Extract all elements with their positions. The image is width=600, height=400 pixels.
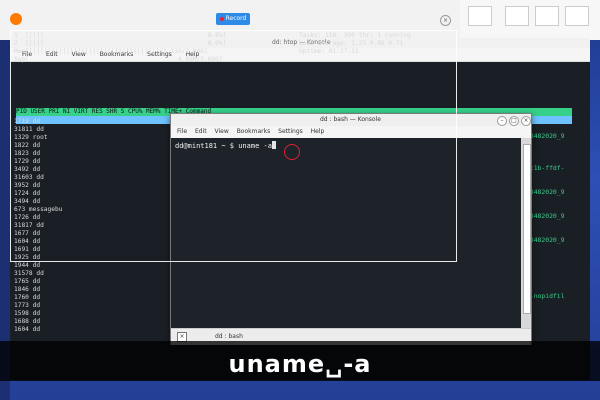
uptime: Uptime: 01:27:31 xyxy=(299,48,359,55)
process-row[interactable]: 1773 dd xyxy=(14,302,40,310)
swap-meter: Swp[ 4.09M/3.00G] xyxy=(14,56,223,63)
process-row[interactable]: 1724 dd xyxy=(14,190,40,198)
process-row[interactable]: 31811 dd xyxy=(14,126,44,134)
text-cursor xyxy=(271,141,276,149)
load-average: Load average: 1.23 0.86 0.71 xyxy=(299,40,404,47)
cpu-meter-2: 2 [|||| 8.0%] xyxy=(14,40,227,47)
process-row[interactable]: 31578 dd xyxy=(14,270,44,278)
process-row[interactable]: 1765 dd xyxy=(14,278,40,286)
bash-terminal-area[interactable] xyxy=(171,138,521,328)
process-list: 1719 dd 31811 dd 1329 root 1822 dd 1823 dd 17… xyxy=(14,118,184,346)
app-logo-icon xyxy=(10,13,22,25)
process-row[interactable]: 1944 dd xyxy=(14,262,40,270)
process-row[interactable]: 3494 dd xyxy=(14,198,40,206)
bash-konsole-window[interactable]: dd : bash — Konsole – □ × File Edit View… xyxy=(170,113,532,345)
process-row[interactable]: 31603 dd xyxy=(14,174,44,182)
process-row[interactable]: 1598 dd xyxy=(14,310,40,318)
record-label: Record xyxy=(225,15,247,22)
panel-box-3 xyxy=(565,6,589,26)
left-panel xyxy=(0,0,10,400)
tab-label[interactable]: dd : bash xyxy=(215,333,243,340)
process-row[interactable]: 1719 dd xyxy=(14,118,40,126)
process-row[interactable]: 1604 dd xyxy=(14,326,40,334)
bash-menu-file[interactable]: File xyxy=(177,128,187,135)
process-row[interactable]: 3952 dd xyxy=(14,182,40,190)
process-row[interactable]: 1846 dd xyxy=(14,286,40,294)
bash-menu-view[interactable]: View xyxy=(215,128,229,135)
tasks-info: Tasks: 110, 300 thr; 1 running xyxy=(299,32,411,39)
maximize-icon[interactable]: □ xyxy=(509,116,519,126)
bash-menu-edit[interactable]: Edit xyxy=(195,128,207,135)
close-window-icon[interactable]: × xyxy=(521,116,531,126)
process-row[interactable]: 31817 dd xyxy=(14,222,44,230)
bash-prompt-line: dd@mint181 ~ $ uname -a xyxy=(175,141,276,150)
close-icon[interactable]: × xyxy=(440,15,451,26)
record-button[interactable]: Record xyxy=(216,13,250,25)
bash-window-title: dd : bash — Konsole xyxy=(320,116,381,123)
minimize-icon[interactable]: – xyxy=(497,116,507,126)
process-row[interactable]: 1729 dd xyxy=(14,158,40,166)
scrollbar-thumb[interactable] xyxy=(523,144,531,314)
bash-menu-settings[interactable]: Settings xyxy=(278,128,303,135)
bash-menu-help[interactable]: Help xyxy=(311,128,325,135)
process-row[interactable]: 1604 dd xyxy=(14,238,40,246)
bash-menu-bookmarks[interactable]: Bookmarks xyxy=(237,128,271,135)
process-row[interactable]: 1823 dd xyxy=(14,150,40,158)
process-row[interactable]: 1925 dd xyxy=(14,254,40,262)
process-row[interactable]: 673 messagebu xyxy=(14,206,62,214)
mem-meter: Mem[||||||||||||||||||||||||||||||||||||… xyxy=(14,48,208,55)
mouse-icon xyxy=(468,6,492,26)
process-row[interactable]: 3492 dd xyxy=(14,166,40,174)
process-row[interactable]: 1688 dd xyxy=(14,318,40,326)
process-row[interactable]: 1726 dd xyxy=(14,214,40,222)
record-dot-icon xyxy=(219,16,224,21)
process-row[interactable]: 1677 dd xyxy=(14,230,40,238)
bash-scrollbar[interactable] xyxy=(521,138,531,328)
process-row[interactable]: 1691 dd xyxy=(14,246,40,254)
process-row[interactable]: 1822 dd xyxy=(14,142,40,150)
cpu-meter-1: 1 [|||| 8.8%] xyxy=(14,32,227,39)
prompt-text: dd@mint181 ~ $ uname -a xyxy=(175,142,272,150)
mouse-pointer-icon xyxy=(284,144,300,160)
process-row[interactable]: 1329 root xyxy=(14,134,48,142)
process-row[interactable]: 1760 dd xyxy=(14,294,40,302)
panel-box-2 xyxy=(535,6,559,26)
keystroke-caption: uname␣-a xyxy=(228,350,372,378)
panel-box-1 xyxy=(505,6,529,26)
